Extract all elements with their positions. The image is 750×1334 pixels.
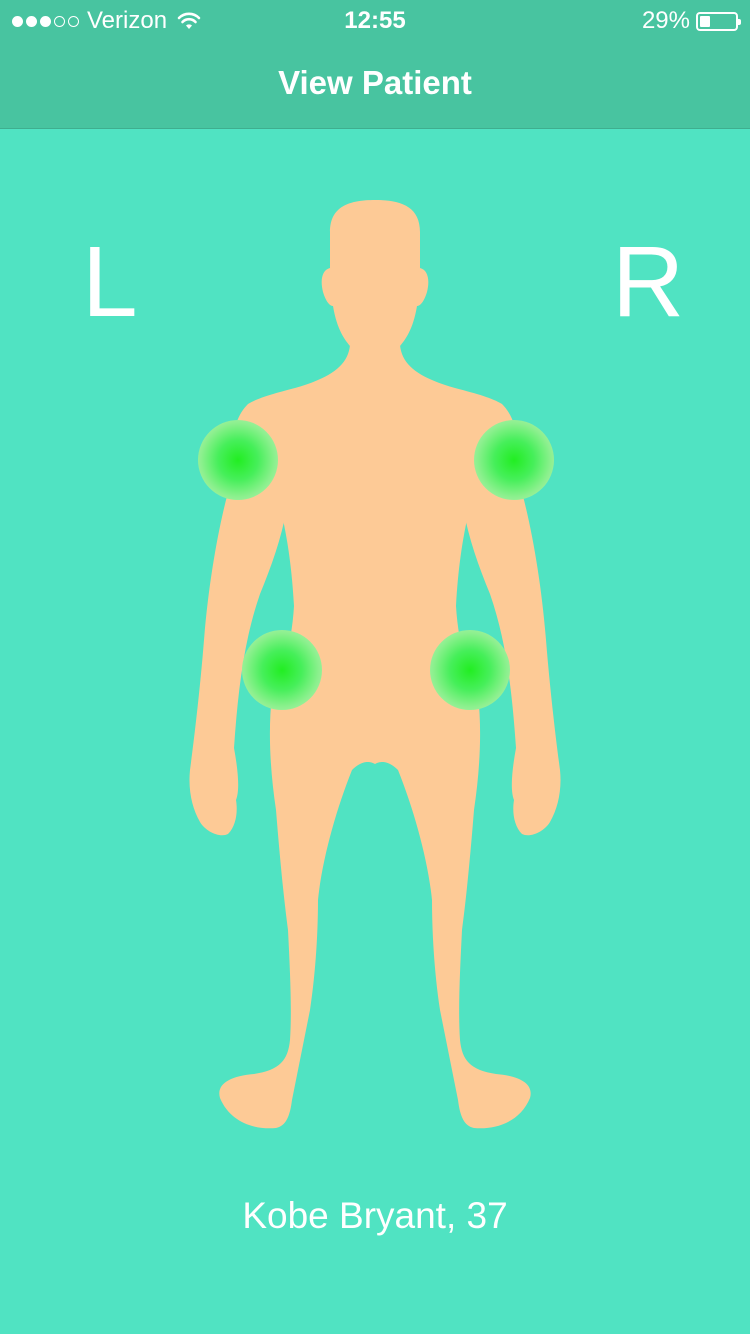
left-hip-joint-marker[interactable] — [242, 630, 322, 710]
right-hip-joint-marker[interactable] — [430, 630, 510, 710]
head-shape — [321, 200, 429, 360]
neck-shape — [248, 345, 502, 404]
legs-shape — [219, 695, 531, 1129]
right-shoulder-joint-marker[interactable] — [474, 420, 554, 500]
left-shoulder-joint-marker[interactable] — [198, 420, 278, 500]
patient-name-age: Kobe Bryant, 37 — [242, 1195, 508, 1236]
body-diagram — [189, 200, 561, 1129]
